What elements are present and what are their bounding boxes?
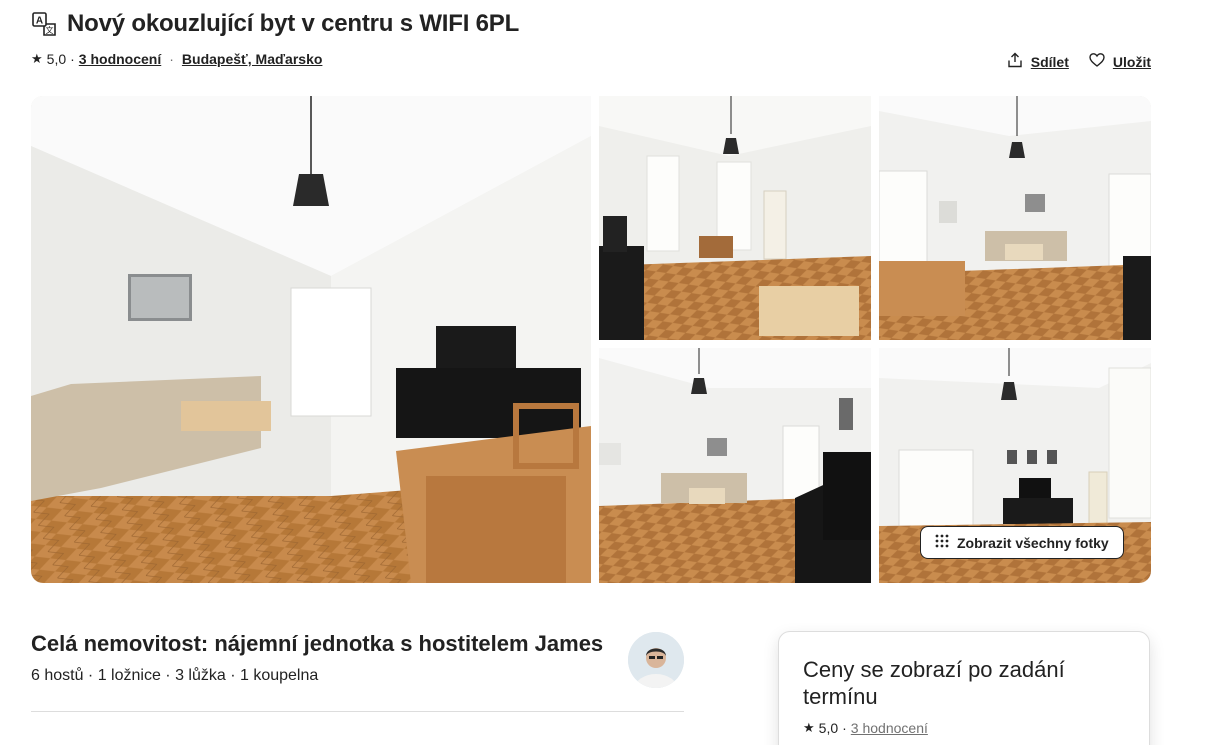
listing-actions: Sdílet Uložit: [1007, 52, 1151, 71]
photo-2[interactable]: [599, 96, 871, 340]
photo-3[interactable]: [879, 96, 1151, 340]
svg-text:文: 文: [46, 25, 54, 35]
section-divider: [31, 711, 684, 712]
location-link[interactable]: Budapešť, Maďarsko: [182, 51, 322, 67]
booking-card-rating: ★ 5,0 · 3 hodnocení: [803, 720, 1125, 736]
page-title: Nový okouzlující byt v centru s WIFI 6PL: [67, 10, 520, 37]
svg-text:A: A: [36, 16, 43, 27]
title-row: A 文 Nový okouzlující byt v centru s WIFI…: [31, 10, 519, 38]
save-button[interactable]: Uložit: [1089, 52, 1151, 71]
separator-dot: ·: [169, 51, 174, 67]
photo-4[interactable]: [599, 348, 871, 583]
separator-dot: ·: [842, 720, 847, 736]
price-message: Ceny se zobrazí po zadání termínu: [803, 657, 1065, 709]
share-button[interactable]: Sdílet: [1007, 52, 1069, 71]
booking-card: Ceny se zobrazí po zadání termínu ★ 5,0 …: [778, 631, 1150, 745]
grid-dots-icon: [935, 534, 949, 551]
rating-value: 5,0: [46, 51, 67, 67]
translate-icon[interactable]: A 文: [31, 11, 57, 37]
heart-icon: [1089, 52, 1105, 71]
show-all-photos-button[interactable]: Zobrazit všechny fotky: [920, 526, 1124, 559]
share-icon: [1007, 52, 1023, 71]
listing-capacity: 6 hostů · 1 ložnice · 3 lůžka · 1 koupel…: [31, 667, 319, 684]
rating-value: 5,0: [818, 720, 839, 736]
listing-type-heading: Celá nemovitost: nájemní jednotka s host…: [31, 631, 604, 656]
photo-main[interactable]: [31, 96, 591, 583]
reviews-link[interactable]: 3 hodnocení: [79, 51, 161, 67]
booking-card-reviews-link[interactable]: 3 hodnocení: [851, 720, 928, 736]
share-label: Sdílet: [1030, 53, 1069, 70]
host-avatar[interactable]: [628, 632, 684, 688]
photo-gallery: Zobrazit všechny fotky: [31, 96, 1151, 583]
show-all-photos-label: Zobrazit všechny fotky: [957, 534, 1109, 551]
star-icon: ★: [803, 720, 815, 735]
star-icon: ★: [31, 51, 43, 66]
listing-meta: ★ 5,0 · 3 hodnocení · Budapešť, Maďarsko: [31, 51, 322, 67]
save-label: Uložit: [1112, 53, 1151, 70]
separator-dot: ·: [70, 51, 75, 67]
